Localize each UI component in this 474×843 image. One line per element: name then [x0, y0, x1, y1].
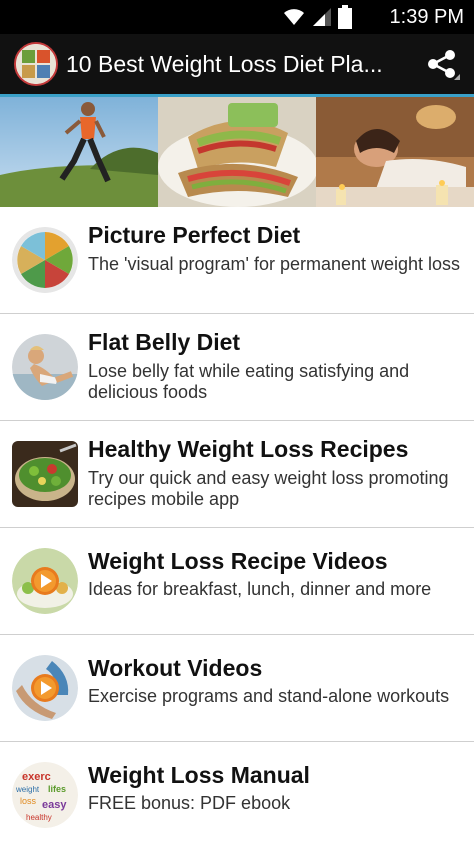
app-logo-icon[interactable]	[14, 42, 58, 86]
header-banner	[0, 97, 474, 207]
abs-workout-thumb	[12, 334, 78, 400]
item-description: Lose belly fat while eating satisfying a…	[88, 361, 410, 402]
item-title: Workout Videos	[88, 655, 263, 681]
recipe-video-thumb	[12, 548, 78, 614]
wraps-photo	[158, 97, 316, 207]
svg-text:exerc: exerc	[22, 771, 51, 783]
item-title: Healthy Weight Loss Recipes	[88, 436, 409, 462]
share-icon	[428, 50, 460, 80]
svg-text:easy: easy	[42, 799, 67, 811]
svg-text:lifes: lifes	[48, 784, 66, 794]
list-item-healthy-weight-loss-recipes[interactable]: Healthy Weight Loss Recipes Try our quic…	[0, 421, 474, 528]
item-description: The 'visual program' for permanent weigh…	[88, 254, 461, 274]
item-description: FREE bonus: PDF ebook	[88, 793, 291, 813]
list-item-flat-belly-diet[interactable]: Flat Belly Diet Lose belly fat while eat…	[0, 314, 474, 421]
item-title: Weight Loss Recipe Videos	[88, 548, 388, 574]
status-icons	[282, 5, 352, 29]
svg-text:weight: weight	[15, 785, 40, 794]
runner-photo	[0, 97, 158, 207]
relaxing-bath-photo	[316, 97, 474, 207]
svg-text:loss: loss	[20, 796, 37, 806]
wifi-icon	[284, 9, 304, 25]
list-item-weight-loss-recipe-videos[interactable]: Weight Loss Recipe Videos Ideas for brea…	[0, 528, 474, 635]
share-button[interactable]	[424, 46, 460, 82]
item-description: Try our quick and easy weight loss promo…	[88, 468, 449, 509]
item-title: Flat Belly Diet	[88, 329, 241, 355]
svg-text:healthy: healthy	[26, 813, 52, 822]
word-cloud-thumb: exerc weight lifes loss easy healthy	[12, 762, 78, 828]
action-bar: 10 Best Weight Loss Diet Pla...	[0, 34, 474, 94]
list-item-weight-loss-manual[interactable]: exerc weight lifes loss easy healthy Wei…	[0, 742, 474, 843]
diet-plan-list: Picture Perfect Diet The 'visual program…	[0, 207, 474, 843]
item-description: Ideas for breakfast, lunch, dinner and m…	[88, 579, 432, 599]
food-plate-thumb	[12, 227, 78, 293]
list-item-picture-perfect-diet[interactable]: Picture Perfect Diet The 'visual program…	[0, 207, 474, 314]
item-title: Weight Loss Manual	[88, 762, 310, 788]
status-bar: 1:39 PM	[0, 0, 474, 34]
status-time: 1:39 PM	[389, 6, 464, 28]
workout-video-thumb	[12, 655, 78, 721]
battery-icon	[338, 5, 352, 29]
app-title: 10 Best Weight Loss Diet Pla...	[66, 51, 383, 77]
item-title: Picture Perfect Diet	[88, 222, 301, 248]
list-item-workout-videos[interactable]: Workout Videos Exercise programs and sta…	[0, 635, 474, 742]
item-description: Exercise programs and stand-alone workou…	[88, 686, 450, 706]
salad-bowl-thumb	[12, 441, 78, 507]
signal-icon	[313, 8, 331, 26]
